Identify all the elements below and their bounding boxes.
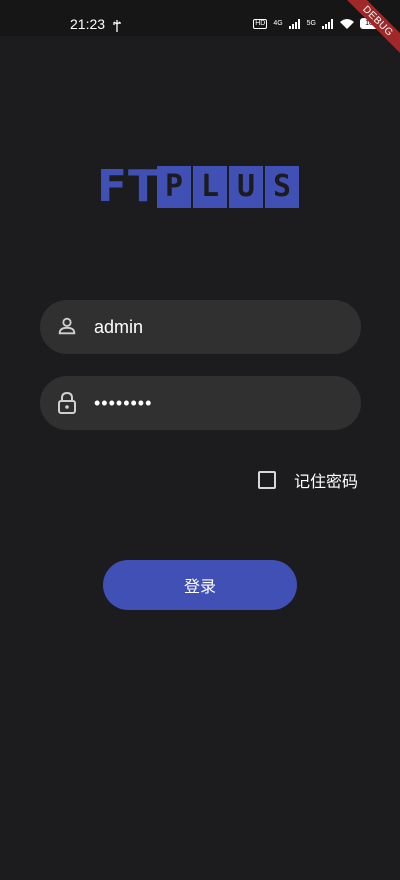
status-time: 21:23	[70, 16, 106, 32]
usb-icon	[112, 17, 122, 36]
wifi-icon	[340, 14, 354, 33]
signal-icon	[288, 14, 301, 33]
status-bar: 21:23 HD 4G 5G	[0, 0, 400, 36]
password-value[interactable]: ••••••••	[94, 391, 152, 415]
logo-letter: U	[229, 166, 263, 208]
logo-plus-blocks: P L U S	[157, 166, 299, 208]
username-value[interactable]: admin	[94, 315, 143, 339]
logo-letter: P	[157, 166, 191, 208]
network-5g-label: 5G	[306, 20, 316, 27]
logo-letter: S	[265, 166, 299, 208]
logo-letter: L	[193, 166, 227, 208]
signal-icon	[322, 14, 334, 33]
login-button[interactable]: 登录	[103, 560, 297, 610]
person-icon	[56, 315, 78, 341]
logo-ft-text: FT	[97, 161, 160, 212]
status-indicators: HD 4G 5G 100	[253, 14, 382, 33]
lock-icon	[56, 391, 78, 419]
username-field[interactable]: admin	[40, 300, 361, 354]
remember-password[interactable]: 记住密码	[258, 468, 358, 492]
remember-checkbox[interactable]	[258, 471, 276, 489]
network-4g-label: 4G	[273, 20, 283, 27]
password-field[interactable]: ••••••••	[40, 376, 361, 430]
hd-badge: HD	[253, 18, 268, 29]
remember-label: 记住密码	[294, 472, 359, 491]
app-logo: FT P L U S	[97, 164, 303, 210]
